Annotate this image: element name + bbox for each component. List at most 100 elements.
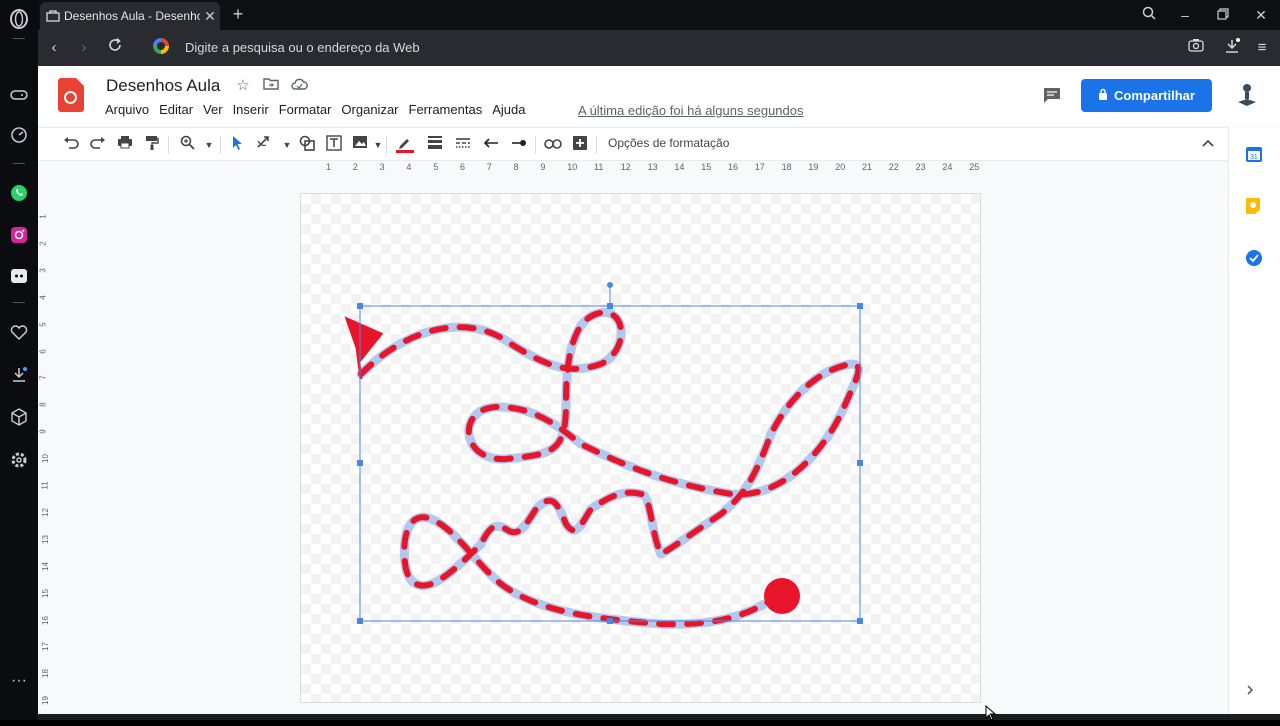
share-button[interactable]: Compartilhar	[1081, 79, 1212, 112]
toolbar-divider	[386, 136, 387, 154]
search-tabs-icon[interactable]	[1138, 5, 1160, 25]
menu-organizar[interactable]: Organizar	[341, 102, 398, 117]
print-icon[interactable]	[116, 135, 134, 155]
menu-ferramentas[interactable]: Ferramentas	[409, 102, 483, 117]
resize-handle	[857, 460, 863, 466]
tab-close-icon[interactable]: ✕	[200, 8, 220, 25]
resize-handle	[357, 460, 363, 466]
whatsapp-icon[interactable]	[8, 182, 30, 204]
ruler-tick-label: 5	[38, 321, 48, 327]
browser-tab[interactable]: Desenhos Aula - Desenhos ✕	[40, 2, 220, 30]
speed-dial-icon[interactable]	[8, 124, 30, 146]
zoom-icon[interactable]	[178, 135, 196, 155]
heart-icon[interactable]	[8, 322, 30, 344]
close-window-icon[interactable]: ✕	[1250, 5, 1272, 25]
scribble-path-base	[356, 308, 863, 629]
calendar-icon[interactable]: 31	[1245, 145, 1265, 165]
toolbar-divider	[168, 136, 169, 154]
menu-ajuda[interactable]: Ajuda	[492, 102, 525, 117]
shape-tool-icon[interactable]	[298, 135, 316, 155]
line-end-icon[interactable]	[510, 135, 528, 155]
drawings-app: Desenhos Aula ☆ Arquivo Editar Ver Inser…	[38, 66, 1280, 720]
menu-ver[interactable]: Ver	[203, 102, 223, 117]
line-end-dot	[764, 578, 800, 614]
undo-icon[interactable]	[62, 135, 80, 155]
sidebar-divider	[13, 163, 25, 164]
resize-handle	[607, 618, 613, 624]
restore-icon[interactable]	[1212, 5, 1234, 25]
ruler-tick-label: 14	[40, 561, 50, 571]
downloads-icon[interactable]	[1222, 38, 1242, 58]
redo-icon[interactable]	[89, 135, 107, 155]
ruler-tick-label: 19	[808, 162, 819, 172]
tasks-icon[interactable]	[1245, 249, 1265, 269]
line-start-icon[interactable]	[482, 135, 500, 155]
expand-panel-icon[interactable]	[1245, 683, 1265, 703]
menu-editar[interactable]: Editar	[159, 102, 193, 117]
insert-comment-icon[interactable]	[571, 135, 589, 155]
ruler-tick-label: 15	[701, 162, 712, 172]
select-tool-icon[interactable]	[228, 135, 246, 155]
side-panel: 31	[1228, 127, 1280, 720]
ruler-tick-label: 22	[888, 162, 899, 172]
keep-icon[interactable]	[1245, 197, 1265, 217]
format-options-button[interactable]: Opções de formatação	[608, 136, 729, 150]
ruler-tick-label: 8	[513, 162, 519, 172]
star-icon[interactable]: ☆	[234, 77, 252, 95]
resize-handle	[357, 618, 363, 624]
reload-icon[interactable]	[105, 37, 125, 58]
instagram-icon[interactable]	[8, 224, 30, 246]
drawing-canvas[interactable]	[300, 193, 981, 703]
cloud-status-icon[interactable]	[290, 77, 308, 95]
paint-format-icon[interactable]	[143, 135, 161, 155]
drawings-logo-icon[interactable]	[58, 78, 84, 112]
menu-arquivo[interactable]: Arquivo	[105, 102, 149, 117]
image-dropdown-icon[interactable]: ▼	[369, 135, 387, 155]
settings-icon[interactable]	[8, 449, 30, 471]
document-title[interactable]: Desenhos Aula	[106, 76, 220, 96]
discord-icon[interactable]	[8, 265, 30, 287]
last-edit-link[interactable]: A última edição foi há alguns segundos	[578, 103, 804, 118]
toolbar-divider	[535, 136, 536, 154]
line-weight-icon[interactable]	[426, 135, 444, 155]
ruler-tick-label: 17	[40, 642, 50, 652]
forward-icon[interactable]: ›	[74, 38, 94, 58]
gamepad-icon[interactable]	[8, 84, 30, 106]
line-dash-icon[interactable]	[454, 135, 472, 155]
account-avatar[interactable]	[1234, 82, 1260, 108]
ruler-tick-label: 2	[352, 162, 358, 172]
ruler-tick-label: 1	[326, 162, 332, 172]
back-icon[interactable]: ‹	[44, 38, 64, 58]
text-box-icon[interactable]	[325, 135, 343, 155]
collapse-toolbar-icon[interactable]	[1202, 135, 1214, 150]
menu-inserir[interactable]: Inserir	[233, 102, 269, 117]
line-tool-icon[interactable]	[255, 135, 273, 155]
new-tab-button[interactable]: +	[228, 4, 248, 24]
browser-tab-bar: Desenhos Aula - Desenhos ✕ + – ✕	[38, 0, 1280, 30]
ruler-tick-label: 23	[915, 162, 926, 172]
image-icon[interactable]	[351, 135, 369, 155]
move-folder-icon[interactable]	[262, 77, 280, 95]
ruler-tick-label: 24	[942, 162, 953, 172]
insert-link-icon[interactable]	[544, 135, 562, 155]
ruler-tick-label: 8	[38, 402, 48, 408]
download-icon[interactable]	[8, 364, 30, 386]
line-dropdown-icon[interactable]: ▼	[278, 135, 296, 155]
sidebar-divider	[13, 38, 25, 39]
opera-logo-icon[interactable]	[8, 8, 30, 30]
address-input[interactable]: Digite a pesquisa ou o endereço da Web	[185, 40, 420, 55]
zoom-dropdown-icon[interactable]: ▼	[200, 135, 218, 155]
more-icon[interactable]: ···	[8, 670, 30, 692]
minimize-icon[interactable]: –	[1174, 5, 1196, 25]
comment-history-icon[interactable]	[1042, 86, 1064, 106]
menu-formatar[interactable]: Formatar	[279, 102, 332, 117]
camera-icon[interactable]	[1186, 38, 1206, 58]
bottom-strip	[38, 714, 1280, 720]
cube-icon[interactable]	[8, 406, 30, 428]
ruler-tick-label: 7	[38, 375, 48, 381]
ruler-tick-label: 10	[567, 162, 578, 172]
ruler-tick-label: 16	[40, 615, 50, 625]
toolbar-divider	[596, 136, 597, 154]
line-color-icon[interactable]	[396, 135, 414, 155]
menu-icon[interactable]: ≡	[1252, 38, 1272, 58]
